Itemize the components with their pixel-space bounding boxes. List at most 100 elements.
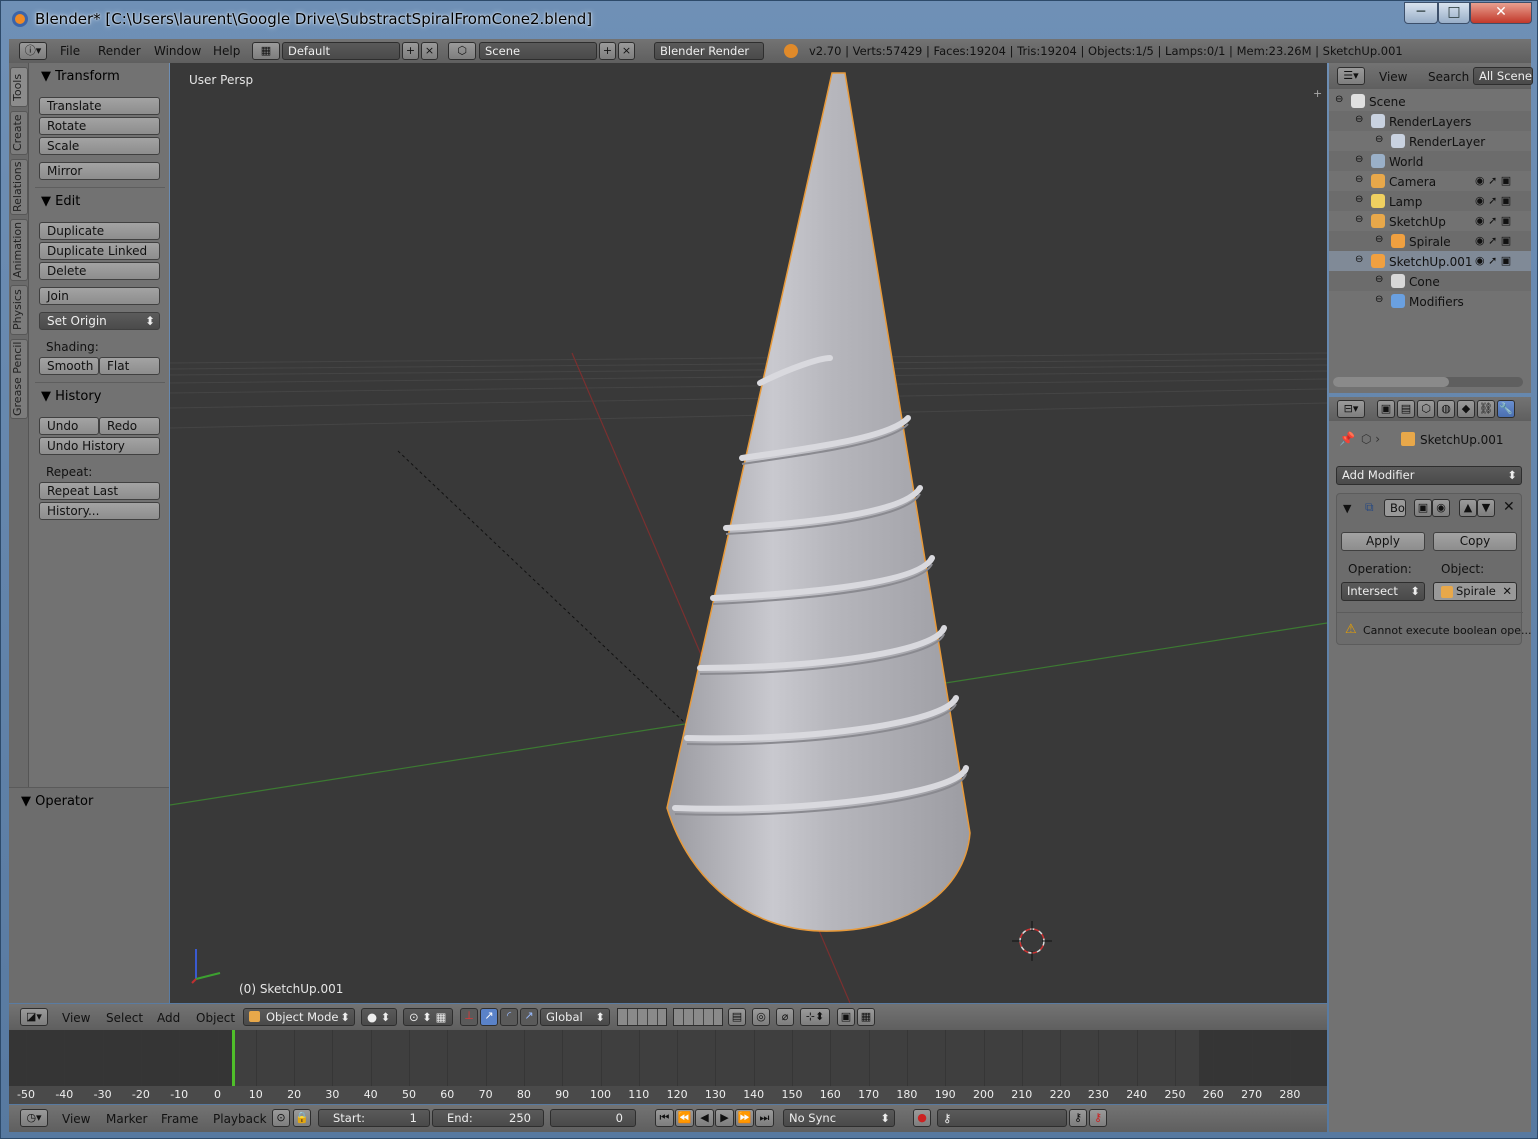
layer-buttons-b[interactable]: [673, 1008, 723, 1026]
current-frame-marker[interactable]: [232, 1030, 235, 1088]
outliner-item-cone[interactable]: ⊖ Cone: [1329, 271, 1531, 291]
delete-button[interactable]: Delete: [39, 262, 160, 280]
scene-icon[interactable]: ⬡: [448, 42, 476, 60]
constraints-tab-icon[interactable]: ⛓: [1477, 400, 1495, 418]
editor-type-icon[interactable]: ⓘ▾: [19, 42, 47, 60]
render-preview-icon[interactable]: ▣: [837, 1008, 855, 1026]
duplicate-button[interactable]: Duplicate: [39, 222, 160, 240]
menu-window[interactable]: Window: [154, 44, 201, 58]
object-tab-icon[interactable]: ◆: [1457, 400, 1475, 418]
operator-panel-title[interactable]: ▼ Operator: [21, 794, 93, 809]
current-frame-field[interactable]: 0: [550, 1109, 636, 1127]
vp-menu-object[interactable]: Object: [196, 1011, 235, 1025]
outliner-item-sketchup-001[interactable]: ⊖ SketchUp.001 ◉ ➚ ▣: [1329, 251, 1531, 271]
remove-modifier-icon[interactable]: ✕: [1503, 499, 1515, 515]
play-icon[interactable]: ▶: [715, 1109, 734, 1127]
history-panel-title[interactable]: ▼ History: [41, 389, 101, 404]
sync-select[interactable]: No Sync ⬍: [783, 1109, 895, 1127]
prev-keyframe-icon[interactable]: ⏪: [675, 1109, 694, 1127]
menu-help[interactable]: Help: [213, 44, 240, 58]
add-modifier-select[interactable]: Add Modifier ⬍: [1336, 466, 1522, 485]
proportional-edit-icon[interactable]: ◎: [752, 1008, 770, 1026]
operation-select[interactable]: Intersect ⬍: [1341, 582, 1425, 601]
render-tab-icon[interactable]: ▣: [1377, 400, 1395, 418]
outliner-item-renderlayers[interactable]: ⊖ RenderLayers: [1329, 111, 1531, 131]
expand-toggle-icon[interactable]: ⊖: [1335, 94, 1343, 105]
outliner-item-modifiers[interactable]: ⊖ Modifiers: [1329, 291, 1531, 311]
maximize-button[interactable]: □: [1438, 2, 1470, 24]
viewport-editor-icon[interactable]: ◪▾: [20, 1008, 48, 1026]
move-down-icon[interactable]: ▼: [1477, 499, 1495, 517]
layout-field[interactable]: Default: [282, 42, 400, 60]
plus-icon[interactable]: +: [1313, 87, 1322, 100]
layers-tab-icon[interactable]: ▤: [1397, 400, 1415, 418]
viewport-toggle-icon[interactable]: ◉: [1432, 499, 1450, 517]
close-button[interactable]: ✕: [1470, 2, 1532, 24]
3d-cursor-icon[interactable]: [1012, 921, 1052, 961]
vp-menu-add[interactable]: Add: [157, 1011, 180, 1025]
layer-buttons-a[interactable]: [617, 1008, 667, 1026]
scene-field[interactable]: Scene: [479, 42, 597, 60]
next-keyframe-icon[interactable]: ⏩: [735, 1109, 754, 1127]
timeline[interactable]: -50 -40 -30 -20 -10 0 10 20 30 40 50 60 70 80 90 100 110…: [9, 1030, 1327, 1104]
scale-button[interactable]: Scale: [39, 137, 160, 155]
expand-toggle-icon[interactable]: ⊖: [1355, 194, 1363, 205]
outliner-menu-view[interactable]: View: [1379, 70, 1407, 84]
visibility-toggles-icon[interactable]: ◉ ➚ ▣: [1475, 234, 1511, 247]
outliner-item-camera[interactable]: ⊖ Camera ◉ ➚ ▣: [1329, 171, 1531, 191]
add-layout-icon[interactable]: +: [402, 42, 419, 60]
expand-toggle-icon[interactable]: ⊖: [1375, 294, 1383, 305]
keying-set-field[interactable]: ⚷: [937, 1109, 1067, 1127]
tab-physics[interactable]: Physics: [10, 285, 28, 335]
orientation-select[interactable]: Global ⬍: [540, 1008, 610, 1026]
expand-toggle-icon[interactable]: ⊖: [1375, 234, 1383, 245]
collapse-modifier-icon[interactable]: ▼: [1343, 502, 1351, 515]
outliner-menu-search[interactable]: Search: [1428, 70, 1469, 84]
transform-panel-title[interactable]: ▼ Transform: [41, 69, 120, 84]
timeline-editor-icon[interactable]: ◷▾: [20, 1109, 48, 1127]
tab-tools[interactable]: Tools: [10, 67, 28, 107]
delete-keyframe-icon[interactable]: ⚷: [1089, 1109, 1107, 1127]
lock-icon[interactable]: 🔒: [293, 1109, 311, 1127]
remove-layout-icon[interactable]: ×: [421, 42, 438, 60]
shading-select[interactable]: ● ⬍: [361, 1008, 397, 1026]
3d-viewport[interactable]: User Persp (0) SketchUp.001 +: [170, 63, 1327, 1003]
vp-menu-select[interactable]: Select: [106, 1011, 143, 1025]
outliner-item-scene[interactable]: ⊖ Scene: [1329, 91, 1531, 111]
redo-button[interactable]: Redo: [99, 417, 160, 435]
keying-icon[interactable]: ⊙: [272, 1109, 290, 1127]
layout-icon[interactable]: ▦: [252, 42, 280, 60]
modifier-tab-icon[interactable]: 🔧: [1497, 400, 1515, 418]
record-icon[interactable]: ●: [913, 1109, 931, 1127]
join-button[interactable]: Join: [39, 287, 160, 305]
cone-object[interactable]: [666, 72, 971, 932]
expand-toggle-icon[interactable]: ⊖: [1355, 254, 1363, 265]
outliner-item-world[interactable]: ⊖ World: [1329, 151, 1531, 171]
menu-file[interactable]: File: [60, 44, 80, 58]
outliner-item-lamp[interactable]: ⊖ Lamp ◉ ➚ ▣: [1329, 191, 1531, 211]
scale-manipulator-icon[interactable]: ↗: [520, 1008, 538, 1026]
play-reverse-icon[interactable]: ◀: [695, 1109, 714, 1127]
set-origin-select[interactable]: Set Origin ⬍: [39, 312, 160, 330]
jump-end-icon[interactable]: ⏭: [755, 1109, 774, 1127]
expand-toggle-icon[interactable]: ⊖: [1375, 134, 1383, 145]
menu-render[interactable]: Render: [98, 44, 141, 58]
outliner-item-spirale[interactable]: ⊖ Spirale ◉ ➚ ▣: [1329, 231, 1531, 251]
pin-icon[interactable]: 📌: [1339, 432, 1355, 447]
edit-panel-title[interactable]: ▼ Edit: [41, 194, 80, 209]
expand-toggle-icon[interactable]: ⊖: [1355, 214, 1363, 225]
world-tab-icon[interactable]: ◍: [1437, 400, 1455, 418]
expand-toggle-icon[interactable]: ⊖: [1355, 114, 1363, 125]
jump-start-icon[interactable]: ⏮: [655, 1109, 674, 1127]
add-scene-icon[interactable]: +: [599, 42, 616, 60]
outliner-item-renderlayer[interactable]: ⊖ RenderLayer: [1329, 131, 1531, 151]
apply-button[interactable]: Apply: [1341, 532, 1425, 551]
visibility-toggles-icon[interactable]: ◉ ➚ ▣: [1475, 214, 1511, 227]
expand-toggle-icon[interactable]: ⊖: [1355, 174, 1363, 185]
tl-menu-marker[interactable]: Marker: [106, 1112, 147, 1126]
duplicate-linked-button[interactable]: Duplicate Linked: [39, 242, 160, 260]
modifier-name-field[interactable]: Bo: [1384, 499, 1406, 517]
visibility-toggles-icon[interactable]: ◉ ➚ ▣: [1475, 254, 1511, 267]
tl-menu-view[interactable]: View: [62, 1112, 90, 1126]
tl-menu-frame[interactable]: Frame: [161, 1112, 198, 1126]
